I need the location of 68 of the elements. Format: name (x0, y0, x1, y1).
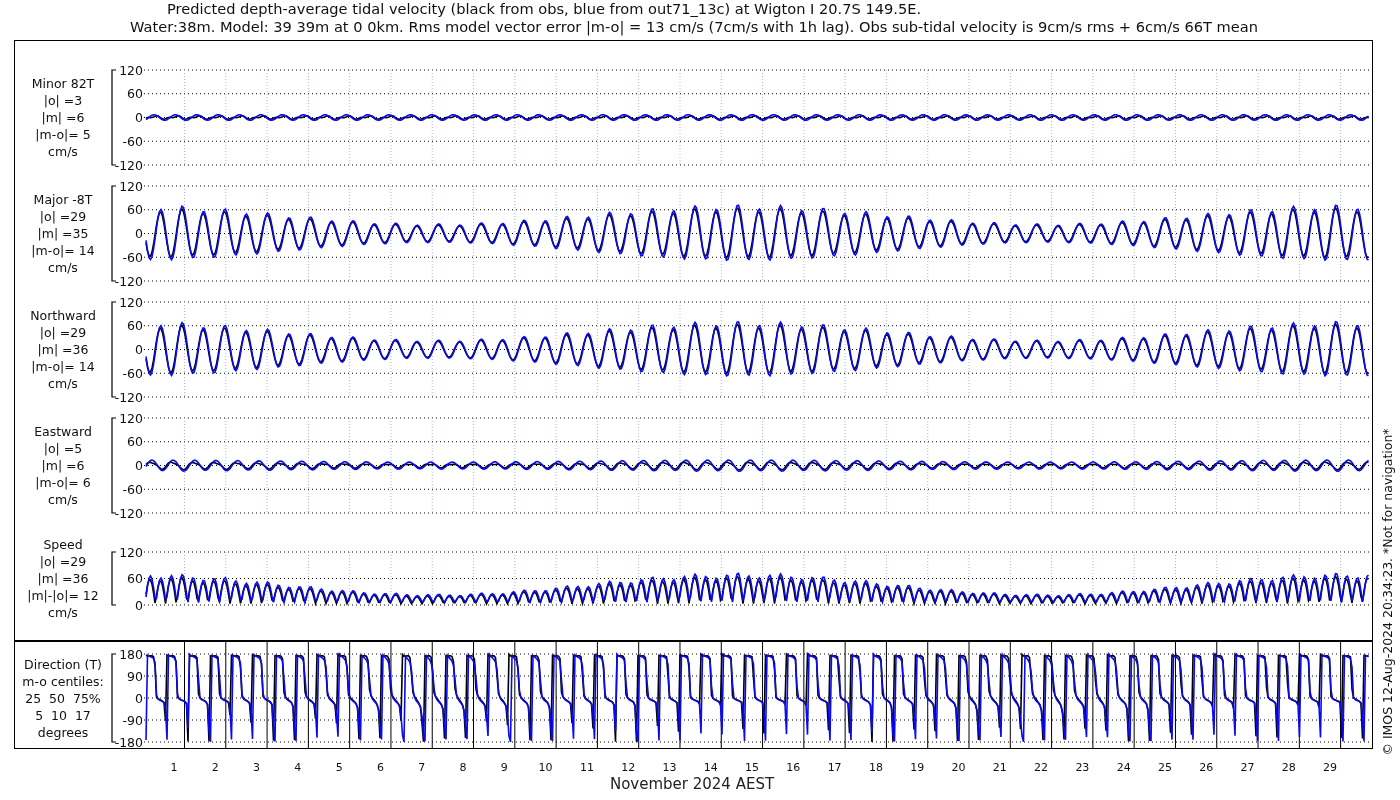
y-tick-label: 120 (119, 178, 143, 194)
x-tick-label: 29 (1323, 761, 1338, 774)
x-tick-label: 17 (827, 761, 842, 774)
x-tick-label: 22 (1034, 761, 1049, 774)
x-tick-label: 12 (621, 761, 636, 774)
y-tick-label: 120 (119, 544, 143, 560)
x-tick-label: 11 (579, 761, 594, 774)
panel-stats-label: Eastward |o| =5 |m| =6 |m-o|= 6 cm/s (34, 423, 92, 508)
x-tick-label: 4 (294, 761, 302, 774)
y-tick-label: 0 (135, 110, 143, 125)
x-tick-label: 27 (1240, 761, 1255, 774)
y-tick-label: -120 (114, 273, 143, 289)
y-tick-label: 120 (119, 62, 143, 78)
x-tick-label: 19 (910, 761, 925, 774)
x-axis-title: November 2024 AEST (609, 775, 775, 793)
y-tick-label: 0 (135, 597, 143, 613)
copyright-notice: © IMOS 12-Aug-2024 20:34:23. *Not for navigation* (1379, 428, 1395, 756)
x-tick-label: 23 (1075, 761, 1090, 774)
panel-stats-label: Speed |o| =29 |m| =36 |m|-|o|= 12 cm/s (27, 536, 99, 621)
x-tick-label: 16 (786, 761, 801, 774)
x-tick-label: 9 (500, 761, 508, 774)
y-tick-label: 60 (127, 571, 143, 586)
x-tick-label: 6 (376, 761, 384, 774)
y-tick-label: 60 (127, 434, 143, 450)
x-tick-label: 21 (992, 761, 1007, 774)
y-tick-label: -60 (122, 133, 143, 149)
panel-stats-label: Northward |o| =29 |m| =36 |m-o|= 14 cm/s (30, 307, 96, 392)
y-tick-label: -120 (114, 389, 143, 405)
y-tick-label: -60 (122, 481, 143, 497)
y-axis (111, 551, 117, 606)
x-tick-label: 25 (1157, 761, 1172, 774)
x-tick-label: 10 (538, 761, 553, 774)
x-tick-label: 15 (745, 761, 760, 774)
panel-stats-label: Minor 82T |o| =3 |m| =6 |m-o|= 5 cm/s (31, 75, 95, 160)
y-tick-label: 120 (119, 294, 143, 310)
chart-title: Water:38m. Model: 39 39m at 0 0km. Rms model vector error |m-o| = 13 cm/s (7cm/s with 1h lag). Obs sub-tidal velocity is 9cm/s rms + 6cm/s 66T mean (129, 18, 1259, 36)
x-tick-label: 1 (170, 761, 178, 774)
x-tick-label: 24 (1116, 761, 1131, 774)
y-tick-label: 0 (135, 226, 143, 241)
y-tick-label: -120 (114, 157, 143, 173)
y-tick-label: -60 (122, 365, 143, 381)
x-tick-label: 18 (868, 761, 883, 774)
y-tick-label: 60 (127, 86, 143, 102)
y-tick-label: 0 (135, 690, 143, 706)
y-tick-label: 90 (127, 668, 143, 684)
x-tick-label: 7 (418, 761, 426, 774)
x-tick-label: 28 (1281, 761, 1296, 774)
x-tick-label: 26 (1199, 761, 1214, 774)
y-tick-label: 60 (127, 202, 143, 218)
y-tick-label: 60 (127, 318, 143, 334)
y-tick-label: -120 (114, 505, 143, 521)
chart-title: Predicted depth-average tidal velocity (black from obs, blue from out71_13c) at Wigton I 20.7S 149.5E. (165, 0, 923, 18)
x-tick-label: 2 (211, 761, 219, 774)
y-tick-label: 0 (135, 342, 143, 357)
y-tick-label: -90 (122, 712, 143, 728)
y-tick-label: 0 (135, 458, 143, 473)
y-tick-label: 120 (119, 410, 143, 426)
x-tick-label: 5 (335, 761, 343, 774)
x-tick-label: 8 (459, 761, 467, 774)
x-tick-label: 3 (253, 761, 261, 774)
x-tick-label: 20 (951, 761, 966, 774)
y-tick-label: -180 (114, 734, 143, 748)
panel-stats-label: Direction (T) m-o centiles: 25 50 75% 5 10 17 degrees (22, 655, 104, 741)
y-tick-label: -60 (122, 249, 143, 265)
x-tick-label: 14 (703, 761, 718, 774)
y-tick-label: 180 (119, 646, 143, 662)
x-tick-label: 13 (662, 761, 677, 774)
panel-stats-label: Major -8T |o| =29 |m| =35 |m-o|= 14 cm/s (31, 191, 95, 276)
